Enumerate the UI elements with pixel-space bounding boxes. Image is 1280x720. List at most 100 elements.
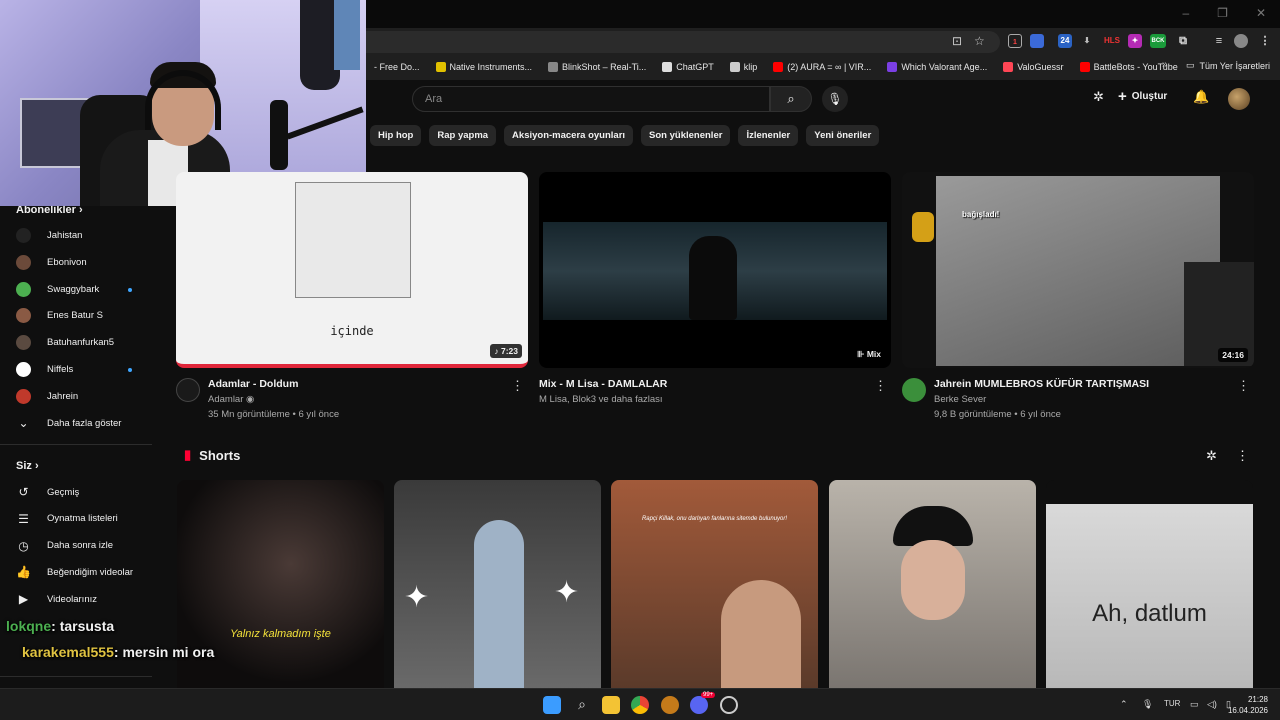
bookmark-item[interactable]: ValoGuessr bbox=[1003, 62, 1064, 72]
channel-name[interactable]: Berke Sever bbox=[934, 394, 986, 405]
more-actions-icon[interactable]: ⋮ bbox=[1236, 448, 1249, 464]
search-icon[interactable]: ⌕ bbox=[573, 696, 591, 714]
video-title[interactable]: Adamlar - Doldum bbox=[208, 378, 298, 390]
channel-name[interactable]: Adamlar ◉ bbox=[208, 394, 254, 405]
short-card[interactable] bbox=[829, 480, 1036, 690]
system-clock[interactable]: 21:28 16.04.2026 bbox=[1228, 694, 1268, 716]
account-avatar[interactable] bbox=[1228, 88, 1250, 110]
bookmarks-overflow-button[interactable]: » bbox=[1162, 59, 1168, 70]
extension-icon[interactable]: 1 bbox=[1008, 34, 1022, 48]
bookmarks-bar: - Free Do... Native Instruments... BlinkSh… bbox=[360, 58, 1178, 76]
bookmark-item[interactable]: klip bbox=[729, 62, 757, 72]
voice-search-button[interactable]: 🎙 bbox=[822, 86, 848, 112]
create-button[interactable]: + Oluştur bbox=[1118, 88, 1167, 105]
bookmark-item[interactable]: (2) AURA = ∞ | VIR... bbox=[773, 62, 871, 72]
channel-avatar[interactable] bbox=[176, 378, 200, 402]
filter-chip[interactable]: Hip hop bbox=[370, 125, 422, 146]
video-title[interactable]: Mix - M Lisa - DAMLALAR bbox=[539, 378, 667, 390]
badge-extension-icon[interactable]: 24 bbox=[1058, 34, 1072, 48]
short-card[interactable]: Ah, datlum bbox=[1046, 480, 1253, 690]
filter-chip[interactable]: Son yüklenenler bbox=[641, 125, 731, 146]
network-icon[interactable]: ▭ bbox=[1190, 699, 1199, 710]
address-bar[interactable] bbox=[330, 31, 1000, 53]
divider bbox=[0, 676, 152, 677]
short-card[interactable]: Rapçi Killak, onu darlıyan fanlarına sit… bbox=[611, 480, 818, 690]
file-explorer-icon[interactable] bbox=[602, 696, 620, 714]
bookmark-item[interactable]: Which Valorant Age... bbox=[887, 62, 987, 72]
filter-chip[interactable]: Rap yapma bbox=[429, 125, 497, 146]
video-title[interactable]: Jahrein MUMLEBROS KÜFÜR TARTIŞMASI bbox=[934, 378, 1149, 390]
bookmark-item[interactable]: - Free Do... bbox=[360, 62, 420, 72]
video-thumbnail[interactable]: ⊪ Mix bbox=[539, 172, 891, 368]
subscription-item[interactable]: Enes Batur S bbox=[16, 308, 103, 324]
channel-avatar bbox=[16, 228, 31, 243]
volume-icon[interactable]: ◁) bbox=[1207, 699, 1217, 710]
translate-extension-icon[interactable] bbox=[1030, 34, 1044, 48]
download-icon[interactable]: ⬇ bbox=[1080, 34, 1094, 48]
minimize-button[interactable]: – bbox=[1182, 6, 1189, 20]
short-caption: Rapçi Killak, onu darlıyan fanlarına sit… bbox=[641, 516, 788, 522]
windows-start-icon[interactable] bbox=[543, 696, 561, 714]
search-input[interactable]: Ara bbox=[412, 86, 770, 112]
discord-icon[interactable]: 99+ bbox=[690, 692, 716, 714]
filter-chip[interactable]: Aksiyon-macera oyunları bbox=[504, 125, 634, 146]
short-card[interactable]: ✦ ✦ bbox=[394, 480, 601, 690]
maximize-button[interactable]: ❐ bbox=[1217, 6, 1228, 20]
bookmark-star-icon[interactable]: ☆ bbox=[974, 34, 985, 48]
notifications-bell-icon[interactable]: 🔔 bbox=[1193, 89, 1209, 105]
subscription-item[interactable]: Ebonivon bbox=[16, 254, 87, 270]
short-caption: Yalnız kalmadım işte bbox=[230, 628, 331, 640]
chevron-up-icon[interactable]: ⌃ bbox=[1120, 699, 1128, 710]
subscription-item[interactable]: Batuhanfurkan5 bbox=[16, 335, 115, 351]
bookmark-item[interactable]: BlinkShot – Real-Ti... bbox=[548, 62, 646, 72]
subscription-item[interactable]: Jahistan bbox=[16, 228, 82, 243]
bookmark-favicon-icon bbox=[1079, 62, 1090, 72]
subscription-item[interactable]: Niffels bbox=[16, 362, 73, 377]
language-indicator[interactable]: TUR bbox=[1164, 699, 1180, 708]
filter-chip[interactable]: İzlenenler bbox=[738, 125, 799, 146]
video-thumbnail[interactable]: içinde ♪ 7:23 bbox=[176, 172, 528, 368]
more-actions-icon[interactable]: ⋮ bbox=[1237, 378, 1250, 394]
install-icon[interactable]: ⊡ bbox=[952, 34, 962, 48]
filter-chip[interactable]: Yeni öneriler bbox=[806, 125, 880, 146]
subscription-label: Batuhanfurkan5 bbox=[47, 337, 115, 349]
more-menu-icon[interactable]: ⋮ bbox=[1258, 34, 1272, 48]
profile-icon[interactable] bbox=[1234, 34, 1248, 48]
you-item[interactable]: ▶ Videolarınız bbox=[16, 592, 97, 606]
chrome-icon[interactable] bbox=[631, 696, 649, 714]
bck-extension-icon[interactable]: BCK bbox=[1150, 34, 1166, 48]
app-icon[interactable] bbox=[661, 696, 679, 714]
pink-extension-icon[interactable]: ✦ bbox=[1128, 34, 1142, 48]
you-item[interactable]: 👍 Beğendiğim videolar bbox=[16, 565, 133, 579]
bookmark-item[interactable]: Native Instruments... bbox=[435, 62, 532, 72]
subscription-item[interactable]: Swaggybark bbox=[16, 281, 99, 297]
search-button[interactable]: ⌕ bbox=[770, 86, 812, 112]
channel-name[interactable]: M Lisa, Blok3 ve daha fazlası bbox=[539, 394, 663, 405]
puzzle-icon[interactable]: ⧉ bbox=[1176, 34, 1190, 48]
you-heading[interactable]: Siz › bbox=[16, 460, 39, 472]
more-actions-icon[interactable]: ⋮ bbox=[874, 378, 887, 394]
hls-extension-icon[interactable]: HLS bbox=[1102, 34, 1122, 48]
show-more-button[interactable]: ⌄ Daha fazla göster bbox=[16, 416, 121, 430]
subscription-item[interactable]: Jahrein bbox=[16, 388, 78, 404]
close-button[interactable]: ✕ bbox=[1256, 6, 1266, 20]
thumbnail-text: içinde bbox=[330, 324, 374, 338]
studio-icon[interactable]: ✲ bbox=[1206, 448, 1217, 464]
video-thumbnail[interactable]: bağışladı! 24:16 bbox=[902, 172, 1254, 368]
media-control-icon[interactable]: ≡ bbox=[1212, 34, 1226, 48]
obs-icon[interactable] bbox=[720, 696, 738, 714]
bookmark-item[interactable]: ChatGPT bbox=[662, 62, 714, 72]
history-icon: ↺ bbox=[18, 485, 29, 499]
studio-icon[interactable]: ✲ bbox=[1093, 89, 1104, 105]
you-item[interactable]: ◷ Daha sonra izle bbox=[16, 539, 113, 553]
subscription-label: Enes Batur S bbox=[47, 310, 103, 322]
all-bookmarks-button[interactable]: ▭ Tüm Yer İşaretleri bbox=[1186, 60, 1270, 71]
channel-avatar[interactable] bbox=[902, 378, 926, 402]
more-actions-icon[interactable]: ⋮ bbox=[511, 378, 524, 394]
you-item-label: Beğendiğim videolar bbox=[47, 566, 134, 578]
you-item-label: Oynatma listeleri bbox=[47, 513, 118, 525]
you-item[interactable]: ☰ Oynatma listeleri bbox=[16, 512, 118, 526]
mic-icon[interactable]: 🎙 bbox=[1142, 699, 1153, 710]
bookmark-favicon-icon bbox=[1003, 62, 1014, 72]
you-item[interactable]: ↺ Geçmiş bbox=[16, 485, 79, 499]
